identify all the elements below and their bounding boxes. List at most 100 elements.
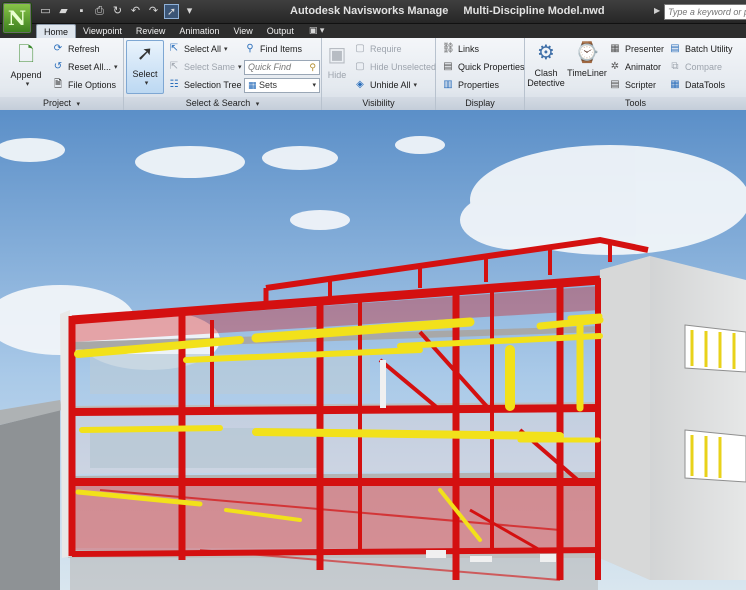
batch-utility-button[interactable]: ▤ Batch Utility <box>669 43 732 55</box>
sets-icon: ▦ <box>248 80 257 90</box>
undo-icon[interactable]: ↶ <box>128 4 143 19</box>
cursor-arrow-icon: ➚ <box>136 43 154 65</box>
links-label: Links <box>458 44 480 54</box>
datatools-button[interactable]: ▦ DataTools <box>669 79 725 91</box>
panel-title-select-search[interactable]: Select & Search ▾ <box>124 97 321 110</box>
binoculars-icon: ⚲ <box>246 43 254 54</box>
refresh-button[interactable]: ⟳ Refresh <box>52 43 100 55</box>
append-icon: 🗋 <box>17 44 35 66</box>
quick-find-input[interactable]: Quick Find ⚲ <box>244 60 320 75</box>
unhide-all-label: Unhide All <box>370 80 411 90</box>
panel-title-project[interactable]: Project ▾ <box>0 97 123 110</box>
reset-all-button[interactable]: ↺ Reset All... ▾ <box>52 61 118 73</box>
presenter-button[interactable]: ▦ Presenter <box>609 43 664 55</box>
tab-review[interactable]: Review <box>129 24 173 38</box>
clash-detective-button[interactable]: ⚙ Clash Detective <box>527 40 565 88</box>
file-name: Multi-Discipline Model.nwd <box>463 5 605 17</box>
panel-project: 🗋 Append ▾ ⟳ Refresh ↺ Reset All... ▾ 🗎 … <box>0 38 124 110</box>
scripter-button[interactable]: ▤ Scripter <box>609 79 656 91</box>
hide-unselected-button[interactable]: ▢ Hide Unselected <box>354 61 436 73</box>
clash-label-1: Clash <box>534 68 558 78</box>
find-items-button[interactable]: ⚲ Find Items <box>244 43 302 55</box>
select-cursor-icon[interactable]: ➚ <box>164 4 179 19</box>
compare-label: Compare <box>685 62 723 72</box>
search-input[interactable]: Type a keyword or phrase <box>664 4 746 20</box>
append-label: Append <box>10 70 42 80</box>
file-options-button[interactable]: 🗎 File Options <box>52 79 116 91</box>
title-bar: ▭ ▰ ▪ ⎙ ↻ ↶ ↷ ➚ ▾ Autodesk Navisworks Ma… <box>0 0 746 24</box>
tab-animation[interactable]: Animation <box>172 24 226 38</box>
refresh-icon[interactable]: ↻ <box>110 4 125 19</box>
select-button[interactable]: ➚ Select ▾ <box>126 40 164 94</box>
clash-label-2: Detective <box>527 78 565 88</box>
hide-button[interactable]: ▣ Hide <box>324 42 350 80</box>
selection-tree-button[interactable]: ☷ Selection Tree <box>168 79 242 91</box>
properties-button[interactable]: ▥ Properties <box>442 79 499 91</box>
sets-label: Sets <box>259 80 278 90</box>
animator-button[interactable]: ✲ Animator <box>609 61 661 73</box>
search-icon[interactable]: ⚲ <box>309 62 316 73</box>
tab-home[interactable]: Home <box>36 24 77 38</box>
require-button[interactable]: ▢ Require <box>354 43 402 55</box>
panel-title-tools: Tools <box>525 97 746 110</box>
panel-display: ⛓ Links ▤ Quick Properties ▥ Properties … <box>436 38 525 110</box>
redo-icon[interactable]: ↷ <box>146 4 161 19</box>
app-title: Autodesk Navisworks Manage <box>290 5 449 17</box>
animator-icon: ✲ <box>610 61 620 72</box>
select-all-label: Select All <box>184 44 222 54</box>
scripter-icon: ▤ <box>610 79 620 90</box>
print-icon[interactable]: ⎙ <box>92 4 107 19</box>
refresh-label: Refresh <box>68 44 100 54</box>
clash-detective-icon: ⚙ <box>537 42 555 64</box>
compare-button[interactable]: ⧉ Compare <box>669 61 722 73</box>
select-search-title: Select & Search <box>185 98 251 108</box>
append-button[interactable]: 🗋 Append ▾ <box>6 42 46 88</box>
new-file-icon[interactable]: ▭ <box>38 4 53 19</box>
right-building <box>600 256 746 580</box>
timeliner-button[interactable]: ⌚ TimeLiner <box>567 40 607 78</box>
sets-dropdown[interactable]: ▦ Sets ▾ <box>244 78 320 93</box>
chevron-down-icon: ▾ <box>312 82 316 89</box>
unhide-all-button[interactable]: ◈ Unhide All ▾ <box>354 79 417 91</box>
ground <box>0 410 60 590</box>
3d-viewport[interactable] <box>0 110 746 590</box>
select-same-button[interactable]: ⇱ Select Same ▾ <box>168 61 242 73</box>
project-title: Project <box>42 98 71 108</box>
require-label: Require <box>370 44 402 54</box>
ribbon: 🗋 Append ▾ ⟳ Refresh ↺ Reset All... ▾ 🗎 … <box>0 38 746 110</box>
select-all-button[interactable]: ⇱ Select All ▾ <box>168 43 228 55</box>
panel-title-visibility: Visibility <box>322 97 435 110</box>
reset-icon: ↺ <box>53 61 63 72</box>
datatools-icon: ▦ <box>670 79 680 90</box>
window-title: Autodesk Navisworks Manage Multi-Discipl… <box>290 5 605 17</box>
refresh-icon: ⟳ <box>53 43 63 54</box>
panel-tools: ⚙ Clash Detective ⌚ TimeLiner ▦ Presente… <box>525 38 746 110</box>
qat-dropdown-icon[interactable]: ▾ <box>182 4 197 19</box>
tab-view[interactable]: View <box>226 24 259 38</box>
unhide-icon: ◈ <box>356 79 364 90</box>
application-menu-button[interactable]: N <box>2 2 32 34</box>
tab-output[interactable]: Output <box>260 24 301 38</box>
hide-unselected-label: Hide Unselected <box>370 62 437 72</box>
reset-all-label: Reset All... <box>68 62 112 72</box>
presenter-icon: ▦ <box>610 43 620 54</box>
model-scene <box>0 110 746 590</box>
panel-visibility: ▣ Hide ▢ Require ▢ Hide Unselected ◈ Unh… <box>322 38 436 110</box>
tab-viewpoint[interactable]: Viewpoint <box>76 24 129 38</box>
search-arrow-icon[interactable]: ▶ <box>654 6 660 15</box>
save-icon[interactable]: ▪ <box>74 4 89 19</box>
quick-properties-icon: ▤ <box>443 61 453 72</box>
ribbon-toggle-icon[interactable]: ▣ ▾ <box>309 24 325 38</box>
hide-unselected-icon: ▢ <box>355 61 365 72</box>
hide-icon: ▣ <box>327 44 347 66</box>
hide-label: Hide <box>327 70 347 80</box>
file-options-icon: 🗎 <box>53 79 63 90</box>
ribbon-tab-row: Home Viewpoint Review Animation View Out… <box>0 24 746 38</box>
scripter-label: Scripter <box>625 80 657 90</box>
quick-properties-button[interactable]: ▤ Quick Properties <box>442 61 525 73</box>
batch-utility-icon: ▤ <box>670 43 680 54</box>
properties-icon: ▥ <box>443 79 453 90</box>
links-button[interactable]: ⛓ Links <box>442 43 479 55</box>
open-file-icon[interactable]: ▰ <box>56 4 71 19</box>
quick-properties-label: Quick Properties <box>458 62 525 72</box>
